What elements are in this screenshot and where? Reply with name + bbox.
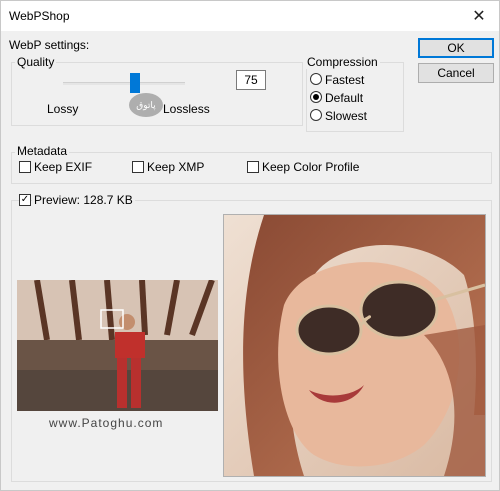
- keep-exif-label[interactable]: Keep EXIF: [34, 160, 92, 174]
- patoghu-logo: پاتوق: [129, 93, 163, 117]
- radio-slowest-label[interactable]: Slowest: [325, 109, 367, 123]
- quality-group-label: Quality: [15, 55, 57, 69]
- logo-text: پاتوق: [136, 99, 156, 110]
- watermark-text: www.Patoghu.com: [49, 416, 164, 430]
- preview-checkbox[interactable]: ✓: [19, 194, 31, 206]
- radio-fastest-label[interactable]: Fastest: [325, 73, 364, 87]
- radio-default[interactable]: [310, 91, 322, 103]
- ok-button[interactable]: OK: [418, 38, 494, 58]
- cancel-button[interactable]: Cancel: [418, 63, 494, 83]
- keep-color-profile-label[interactable]: Keep Color Profile: [262, 160, 359, 174]
- window-title: WebPShop: [9, 9, 70, 23]
- keep-color-profile-checkbox[interactable]: [247, 161, 259, 173]
- keep-exif-checkbox[interactable]: [19, 161, 31, 173]
- title-bar: WebPShop ✕: [1, 1, 499, 31]
- close-icon[interactable]: ✕: [459, 1, 499, 31]
- preview-label[interactable]: Preview: 128.7 KB: [32, 193, 135, 207]
- compression-group-label: Compression: [305, 55, 380, 69]
- radio-fastest[interactable]: [310, 73, 322, 85]
- lossless-label: Lossless: [163, 102, 210, 116]
- lossy-label: Lossy: [47, 102, 79, 116]
- webpshop-dialog: WebPShop ✕ WebP settings: Quality Lossy …: [0, 0, 500, 491]
- quality-slider-track[interactable]: [63, 82, 185, 85]
- navigator-thumbnail[interactable]: [17, 280, 218, 411]
- keep-xmp-checkbox[interactable]: [132, 161, 144, 173]
- keep-xmp-label[interactable]: Keep XMP: [147, 160, 204, 174]
- radio-default-label[interactable]: Default: [325, 91, 363, 105]
- quality-slider-thumb[interactable]: [129, 73, 140, 93]
- preview-image[interactable]: [223, 214, 486, 477]
- navigator-scene: [17, 280, 218, 411]
- metadata-group-label: Metadata: [15, 144, 70, 158]
- quality-value-input[interactable]: 75: [236, 70, 266, 90]
- radio-slowest[interactable]: [310, 109, 322, 121]
- webp-settings-label: WebP settings:: [9, 38, 90, 52]
- preview-portrait: [224, 215, 485, 476]
